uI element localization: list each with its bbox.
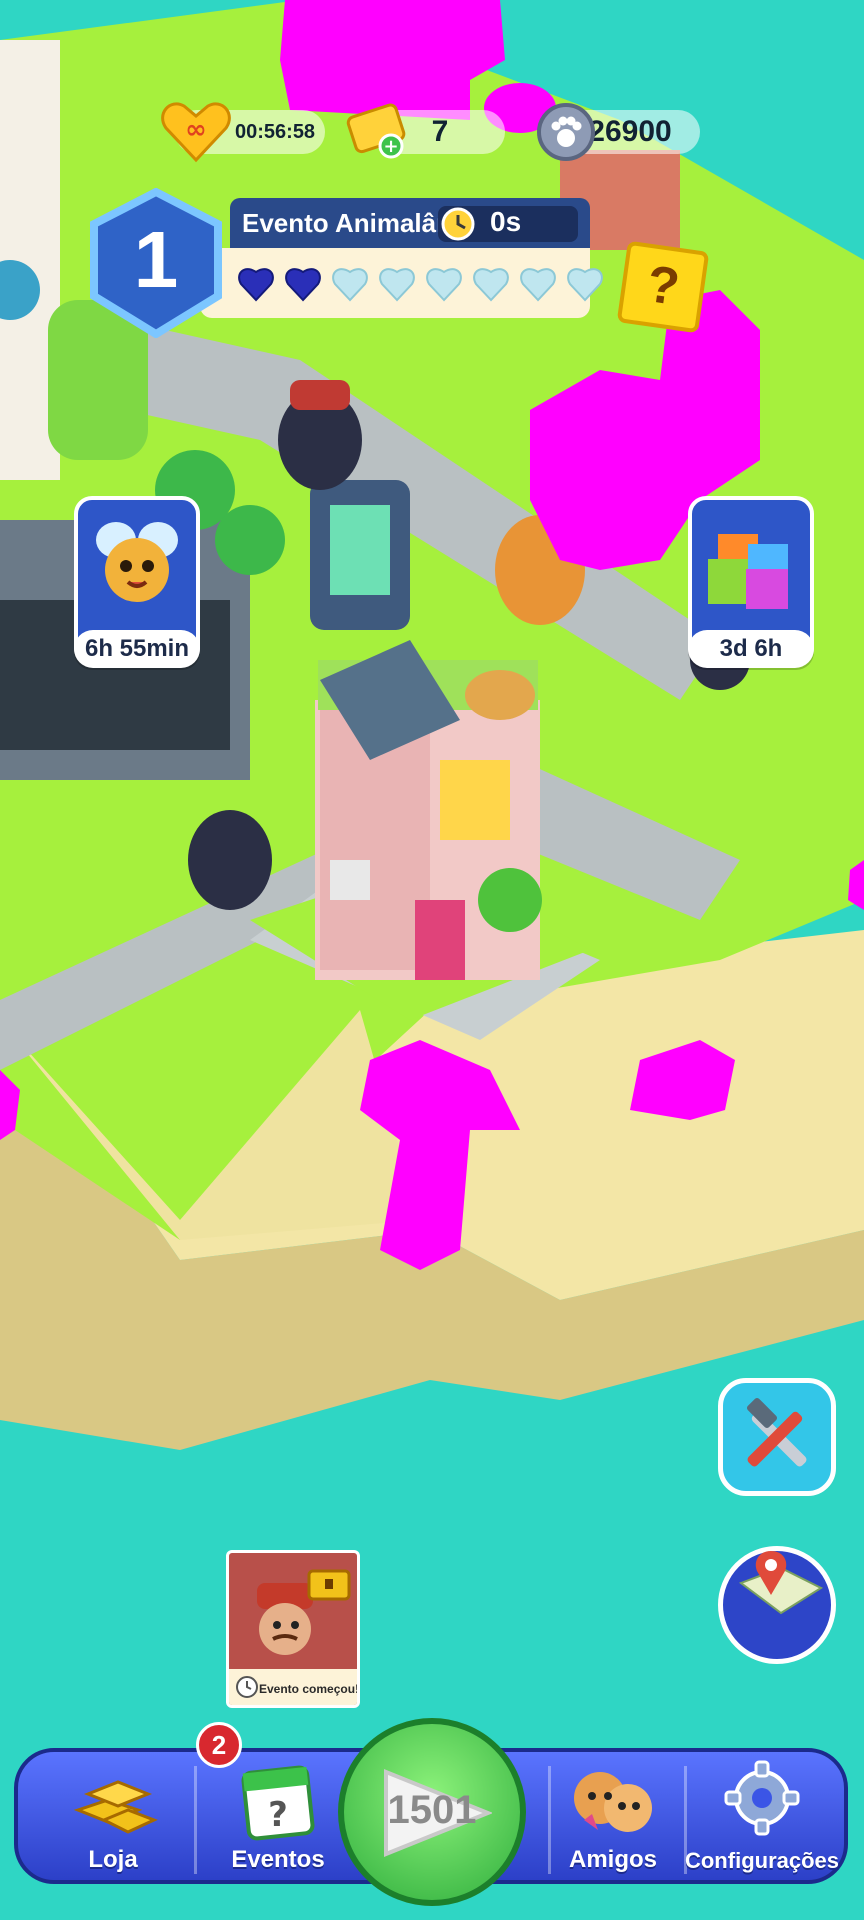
gear-icon (722, 1758, 802, 1838)
nav-friends-label: Amigos (568, 1846, 657, 1873)
event-progress-card[interactable]: Evento Animalândia 0s (190, 198, 603, 320)
cat-on-roof[interactable] (465, 670, 535, 720)
pet-event-card[interactable]: 6h 55min (74, 496, 200, 668)
calendar-icon: ? (238, 1756, 318, 1842)
heart-progress (238, 268, 603, 302)
nav-shop[interactable]: Loja (28, 1752, 198, 1888)
heart-filled-icon (238, 268, 274, 302)
level-shield[interactable]: 1 (86, 187, 226, 339)
heart-empty-icon (379, 268, 415, 302)
black-cat[interactable] (188, 810, 272, 910)
event-started-label: Evento começou! (259, 1682, 360, 1696)
svg-text:+: + (383, 136, 398, 157)
events-notification-badge: 2 (196, 1722, 242, 1768)
nav-events[interactable]: ? Eventos (198, 1752, 358, 1888)
gold-bars-icon (68, 1760, 160, 1840)
shopping-bags-icon (698, 514, 798, 614)
play-level-button[interactable]: 1501 (338, 1718, 526, 1906)
help-button[interactable]: ? (616, 240, 710, 334)
heart-empty-icon (473, 268, 509, 302)
play-level-number: 1501 (387, 1788, 477, 1832)
heart-empty-icon (426, 268, 462, 302)
heart-empty-icon (520, 268, 556, 302)
coins-count: 26900 (588, 115, 672, 148)
heart-empty-icon (332, 268, 368, 302)
events-badge-count: 2 (211, 1730, 227, 1760)
ticket-icon: + (345, 100, 409, 160)
lives-timer: 00:56:58 (235, 120, 316, 143)
svg-text:∞: ∞ (185, 115, 207, 145)
bush (215, 505, 285, 575)
heart-progress-row (234, 264, 604, 304)
nav-settings-label: Configurações (684, 1848, 840, 1873)
tickets-count: 7 (431, 115, 449, 148)
shop-event-card[interactable]: 3d 6h (688, 496, 814, 668)
build-tools-button[interactable] (718, 1378, 836, 1496)
hammer-wrench-icon (737, 1397, 817, 1477)
infinite-heart-icon: ∞ (160, 100, 232, 164)
clock-icon (440, 206, 476, 242)
svg-text:?: ? (268, 1795, 288, 1835)
map-button[interactable] (718, 1546, 836, 1664)
help-symbol: ? (643, 255, 683, 317)
nav-events-label: Eventos (231, 1846, 325, 1873)
heart-filled-icon (285, 268, 321, 302)
treasure-chest-icon (305, 1559, 353, 1603)
map-pin-icon (731, 1543, 831, 1633)
paw-coin-icon (536, 102, 596, 162)
small-clock-icon (235, 1675, 259, 1699)
nav-shop-label: Loja (88, 1846, 138, 1873)
pet-event-timer: 6h 55min (74, 630, 200, 668)
shop-event-timer: 3d 6h (688, 630, 814, 668)
friends-pets-icon (564, 1758, 664, 1842)
event-started-popup[interactable]: Evento começou! (226, 1550, 360, 1708)
nav-friends[interactable]: Amigos (538, 1752, 688, 1888)
bee-pet-icon (92, 510, 182, 610)
level-number: 1 (133, 215, 179, 304)
event-timer: 0s (490, 206, 522, 237)
heart-empty-icon (567, 268, 603, 302)
tree (478, 868, 542, 932)
nav-settings[interactable]: Configurações (682, 1752, 842, 1888)
